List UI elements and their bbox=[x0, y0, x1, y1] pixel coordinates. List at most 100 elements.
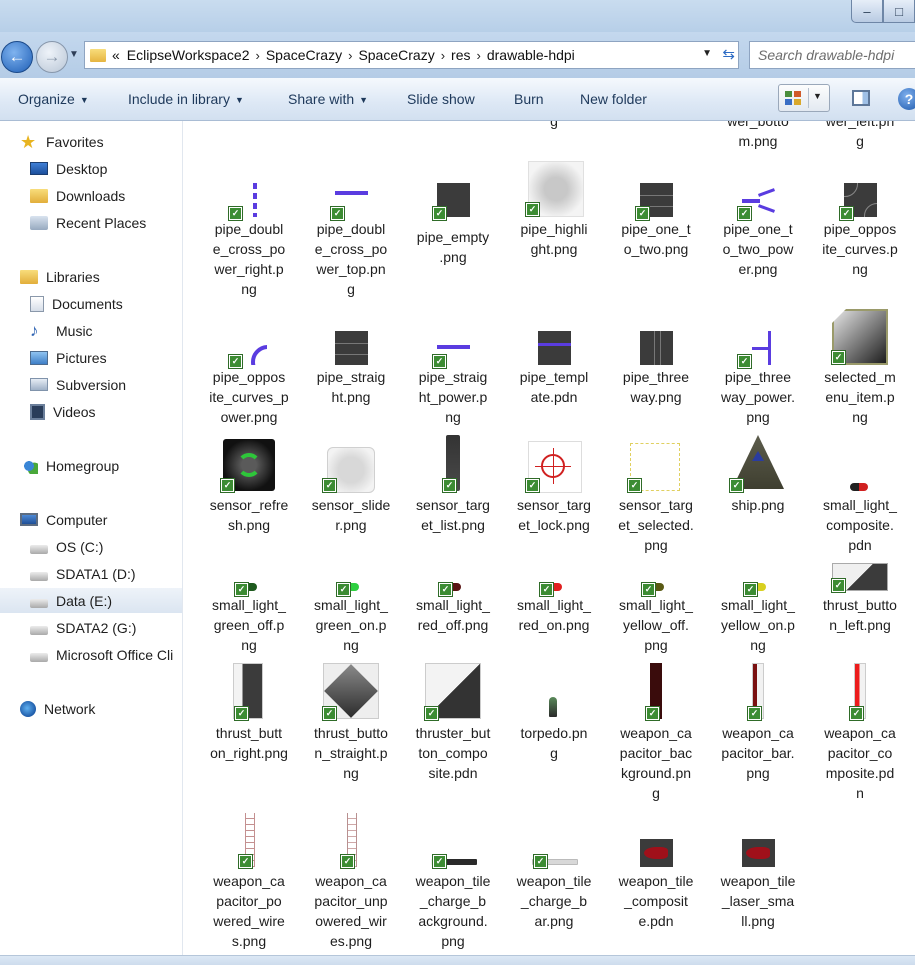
file-name: pipe_oppos ite_curves.p ng bbox=[822, 221, 898, 277]
file-name: selected_m enu_item.p ng bbox=[824, 369, 896, 425]
file-name: weapon_tile _charge_b ar.png bbox=[516, 873, 592, 929]
nav-label: Downloads bbox=[56, 187, 126, 204]
chevron-down-icon[interactable]: ▼ bbox=[813, 91, 822, 101]
back-button[interactable]: ← bbox=[1, 41, 33, 73]
nav-favorites[interactable]: ★ Favorites bbox=[0, 129, 182, 154]
music-icon: ♪ bbox=[30, 320, 39, 340]
breadcrumb-item[interactable]: SpaceCrazy bbox=[266, 47, 342, 63]
nav-libraries[interactable]: Libraries bbox=[0, 264, 182, 289]
burn-button[interactable]: Burn bbox=[514, 91, 544, 107]
maximize-button[interactable]: □ bbox=[883, 0, 915, 23]
checkmark-icon: ✓ bbox=[850, 707, 863, 720]
file-name: weapon_ca pacitor_bac kground.pn g bbox=[619, 725, 693, 801]
windows-drive-icon bbox=[30, 544, 48, 554]
file-name: sensor_targ et_selected. png bbox=[618, 497, 694, 553]
chevron-right-icon[interactable]: › bbox=[477, 48, 481, 63]
include-label: Include in library bbox=[128, 91, 230, 107]
search-input[interactable]: Search drawable-hdpi bbox=[749, 41, 915, 69]
nav-documents[interactable]: Documents bbox=[0, 291, 182, 316]
checkmark-icon: ✓ bbox=[646, 707, 659, 720]
file-name: pipe_straig ht_power.p ng bbox=[418, 369, 488, 425]
nav-videos[interactable]: Videos bbox=[0, 399, 182, 424]
chevron-right-icon[interactable]: › bbox=[255, 48, 259, 63]
file-thumbnail bbox=[640, 331, 673, 365]
file-name: wer_left.pn g bbox=[825, 121, 895, 149]
checkmark-icon: ✓ bbox=[534, 855, 547, 868]
file-name: weapon_ca pacitor_unp owered_wir es.png bbox=[314, 873, 388, 949]
file-name: small_light_ composite. pdn bbox=[823, 497, 897, 553]
minimize-button[interactable]: – bbox=[851, 0, 883, 23]
file-name: ship.png bbox=[731, 497, 785, 513]
libraries-icon bbox=[20, 269, 38, 284]
checkmark-icon: ✓ bbox=[443, 479, 456, 492]
recent-pages-dropdown[interactable]: ▼ bbox=[69, 49, 79, 60]
help-button[interactable]: ? bbox=[898, 88, 915, 110]
new-folder-button[interactable]: New folder bbox=[580, 91, 647, 107]
chevron-right-icon[interactable]: › bbox=[348, 48, 352, 63]
file-name: wer_botto m.png bbox=[727, 121, 789, 149]
nav-homegroup[interactable]: Homegroup bbox=[0, 453, 182, 478]
address-bar[interactable]: « EclipseWorkspace2 › SpaceCrazy › Space… bbox=[84, 41, 739, 69]
nav-drive-g[interactable]: SDATA2 (G:) bbox=[0, 615, 182, 640]
nav-label: Homegroup bbox=[46, 457, 120, 474]
nav-label: Recent Places bbox=[56, 214, 147, 231]
checkmark-icon: ✓ bbox=[323, 479, 336, 492]
file-name: sensor_targ et_lock.png bbox=[517, 497, 591, 533]
nav-drive-c[interactable]: OS (C:) bbox=[0, 534, 182, 559]
subversion-icon bbox=[30, 378, 48, 391]
slide-show-button[interactable]: Slide show bbox=[407, 91, 475, 107]
preview-pane-button[interactable] bbox=[852, 90, 870, 106]
breadcrumb-overflow[interactable]: « bbox=[112, 47, 120, 63]
file-name: pipe_straig ht.png bbox=[316, 369, 386, 405]
file-name: weapon_tile _charge_b ackground. png bbox=[415, 873, 491, 949]
nav-recent-places[interactable]: Recent Places bbox=[0, 210, 182, 235]
nav-label: OS (C:) bbox=[56, 538, 104, 555]
refresh-icon: ⇆ bbox=[722, 46, 735, 63]
breadcrumb: « EclipseWorkspace2 › SpaceCrazy › Space… bbox=[112, 47, 575, 63]
file-name: pipe_empty .png bbox=[416, 229, 490, 265]
videos-icon bbox=[30, 403, 45, 420]
nav-drive-office[interactable]: Microsoft Office Cli bbox=[0, 642, 182, 667]
nav-network[interactable]: Network bbox=[0, 696, 182, 721]
organize-label: Organize bbox=[18, 91, 75, 107]
file-name: thrust_butt on_right.png bbox=[210, 725, 288, 761]
address-row: ← → ▼ « EclipseWorkspace2 › SpaceCrazy ›… bbox=[0, 32, 915, 78]
organize-button[interactable]: Organize ▼ bbox=[18, 91, 89, 107]
breadcrumb-item[interactable]: EclipseWorkspace2 bbox=[127, 47, 250, 63]
chevron-right-icon[interactable]: › bbox=[441, 48, 445, 63]
file-name: thrust_butto n_straight.p ng bbox=[314, 725, 388, 781]
include-in-library-button[interactable]: Include in library ▼ bbox=[128, 91, 244, 107]
file-name: torpedo.pn g bbox=[520, 725, 588, 761]
checkmark-icon: ✓ bbox=[221, 479, 234, 492]
file-name: small_light_ red_off.png bbox=[416, 597, 490, 633]
nav-downloads[interactable]: Downloads bbox=[0, 183, 182, 208]
nav-drive-d[interactable]: SDATA1 (D:) bbox=[0, 561, 182, 586]
file-list[interactable]: g wer_botto m.png wer_left.pn g ✓ pipe_d… bbox=[183, 121, 915, 964]
nav-desktop[interactable]: Desktop bbox=[0, 156, 182, 181]
command-bar: Organize ▼ Include in library ▼ Share with… bbox=[0, 78, 915, 121]
navigation-pane[interactable]: ★ Favorites Desktop Downloads Recent Plac… bbox=[0, 121, 183, 964]
breadcrumb-item[interactable]: drawable-hdpi bbox=[487, 47, 575, 63]
share-with-button[interactable]: Share with ▼ bbox=[288, 91, 368, 107]
breadcrumb-item[interactable]: SpaceCrazy bbox=[358, 47, 434, 63]
nav-drive-e[interactable]: Data (E:) bbox=[0, 588, 182, 613]
checkmark-icon: ✓ bbox=[235, 707, 248, 720]
nav-pictures[interactable]: Pictures bbox=[0, 345, 182, 370]
downloads-folder-icon bbox=[30, 188, 48, 203]
nav-label: Data (E:) bbox=[56, 592, 113, 609]
breadcrumb-item[interactable]: res bbox=[451, 47, 470, 63]
address-dropdown[interactable]: ▼ bbox=[702, 48, 712, 59]
file-name: g bbox=[550, 121, 558, 129]
forward-button[interactable]: → bbox=[36, 41, 68, 73]
checkmark-icon: ✓ bbox=[730, 479, 743, 492]
nav-music[interactable]: ♪ Music bbox=[0, 318, 182, 343]
file-name: pipe_one_t o_two_pow er.png bbox=[722, 221, 794, 277]
network-icon bbox=[20, 700, 36, 717]
nav-computer[interactable]: Computer bbox=[0, 507, 182, 532]
change-view-button[interactable]: ▼ bbox=[778, 84, 830, 112]
chevron-down-icon: ▼ bbox=[359, 95, 369, 105]
nav-subversion[interactable]: Subversion bbox=[0, 372, 182, 397]
file-name: weapon_ca pacitor_co mposite.pd n bbox=[824, 725, 896, 801]
file-thumbnail bbox=[640, 839, 673, 867]
refresh-button[interactable]: ⇆ bbox=[722, 45, 735, 63]
